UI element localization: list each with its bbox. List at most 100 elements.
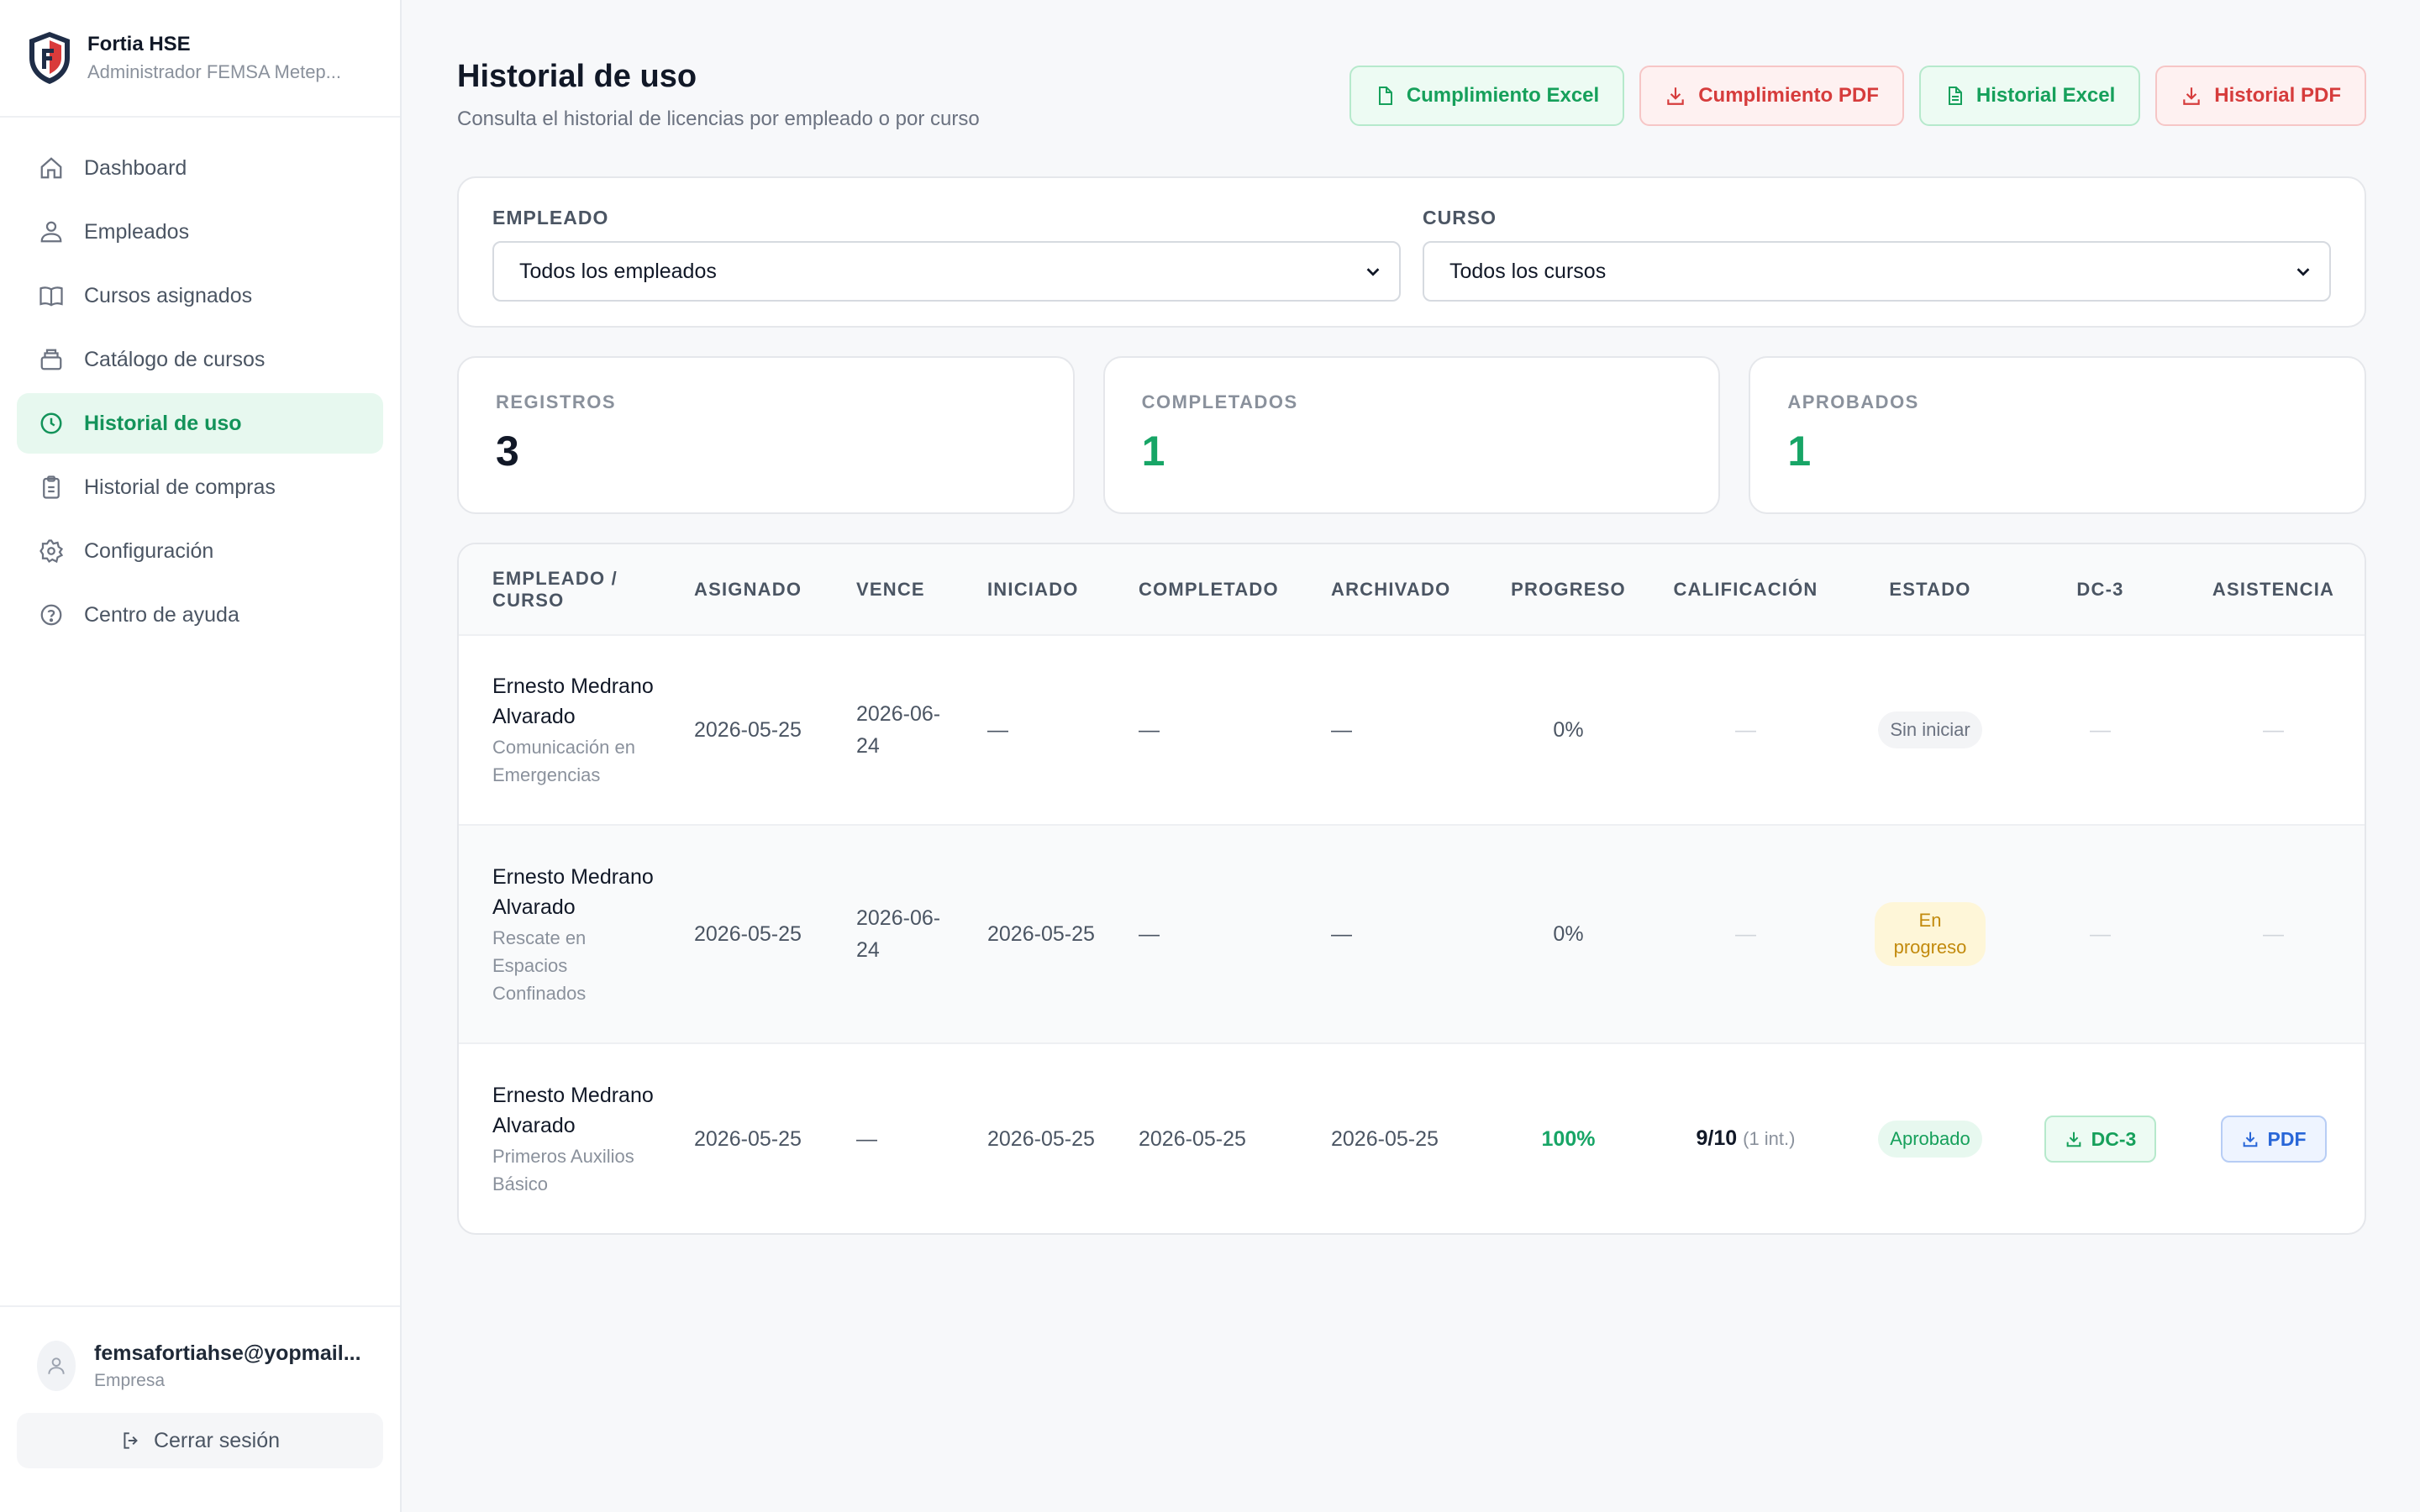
chevron-down-icon (1366, 268, 1380, 276)
vence-cell: 2026-06-24 (856, 702, 941, 758)
vence-cell: — (856, 1126, 877, 1151)
stat-value: 3 (496, 428, 519, 475)
download-icon (2183, 87, 2201, 105)
asistencia-cell: — (2182, 824, 2365, 1044)
employee-name: Ernesto Medrano Alvarado (492, 864, 654, 919)
column-header: VENCE (839, 544, 971, 636)
button-label: Historial PDF (2214, 84, 2341, 107)
button-label: Cumplimiento Excel (1406, 84, 1600, 107)
stat-completados: COMPLETADOS 1 (1102, 356, 1721, 514)
course-name: Primeros Auxilios Básico (492, 1145, 634, 1194)
user-profile[interactable]: femsafortiahse@yopmail... Empresa (17, 1341, 383, 1391)
course-select[interactable]: Todos los cursos (1423, 241, 2331, 302)
home-icon (37, 154, 66, 182)
employee-name: Ernesto Medrano Alvarado (492, 1083, 654, 1137)
archivado-cell: 2026-05-25 (1331, 1126, 1439, 1151)
book-icon (37, 281, 66, 310)
filters-panel: EMPLEADO Todos los empleados CURSO Todos… (457, 176, 2366, 328)
column-header: COMPLETADO (1122, 544, 1314, 636)
column-header: DC-3 (2018, 544, 2182, 636)
brand-name: Fortia HSE (87, 33, 191, 55)
brand-subtitle: Administrador FEMSA Metep... (87, 61, 341, 82)
asignado-cell: 2026-05-25 (677, 824, 839, 1044)
column-header: EMPLEADO / CURSO (459, 544, 677, 636)
button-label: PDF (2267, 1127, 2307, 1150)
dc3-cell: — (2018, 824, 2182, 1044)
cumplimiento-pdf-button[interactable]: Cumplimiento PDF (1639, 66, 1904, 126)
sidebar-item-label: Historial de uso (84, 411, 242, 435)
logout-label: Cerrar sesión (153, 1428, 281, 1452)
status-badge: Sin iniciar (1878, 711, 1982, 748)
historial-excel-button[interactable]: Historial Excel (1918, 66, 2141, 126)
column-header: ARCHIVADO (1314, 544, 1487, 636)
iniciado-cell: — (987, 718, 1008, 742)
clipboard-icon (37, 473, 66, 501)
stat-registros: REGISTROS 3 (457, 356, 1075, 514)
users-icon (37, 218, 66, 246)
button-label: Cumplimiento PDF (1698, 84, 1879, 107)
grade-value: 9/10 (1696, 1126, 1738, 1150)
history-table-card: EMPLEADO / CURSO ASIGNADO VENCE INICIADO… (457, 543, 2366, 1235)
sidebar-item-label: Centro de ayuda (84, 602, 239, 627)
course-filter: CURSO Todos los cursos (1423, 207, 2331, 326)
iniciado-cell: 2026-05-25 (987, 1126, 1095, 1151)
sidebar-item-label: Dashboard (84, 155, 187, 180)
clock-icon (37, 409, 66, 438)
logout-button[interactable]: Cerrar sesión (17, 1413, 383, 1468)
dc3-download-button[interactable]: DC-3 (2044, 1115, 2157, 1163)
dc3-cell: — (2090, 718, 2111, 742)
cumplimiento-excel-button[interactable]: Cumplimiento Excel (1349, 66, 1625, 126)
catalog-icon (37, 345, 66, 374)
calificacion-cell: — (1649, 824, 1842, 1044)
page-subtitle: Consulta el historial de licencias por e… (457, 108, 980, 130)
sidebar-item-historial-uso[interactable]: Historial de uso (17, 393, 383, 454)
historial-pdf-button[interactable]: Historial PDF (2155, 66, 2366, 126)
dc3-cell: DC-3 (2018, 1043, 2182, 1233)
stats-row: REGISTROS 3 COMPLETADOS 1 APROBADOS 1 (457, 356, 2367, 514)
chevron-down-icon (2296, 268, 2310, 276)
table-header-row: EMPLEADO / CURSO ASIGNADO VENCE INICIADO… (459, 544, 2365, 636)
table-row: Ernesto Medrano Alvarado Comunicación en… (459, 635, 2365, 825)
progreso-cell: 0% (1487, 824, 1649, 1044)
column-header: ASISTENCIA (2182, 544, 2365, 636)
asistencia-pdf-button[interactable]: PDF (2220, 1115, 2327, 1163)
grade-attempts: (1 int.) (1743, 1128, 1796, 1149)
progreso-cell: 0% (1553, 718, 1584, 742)
estado-cell: Sin iniciar (1842, 635, 2018, 825)
sidebar-item-catalogo[interactable]: Catálogo de cursos (17, 329, 383, 390)
file-icon (1378, 87, 1392, 105)
estado-cell: En progreso (1842, 824, 2018, 1044)
sidebar-footer: femsafortiahse@yopmail... Empresa Cerrar… (0, 1305, 400, 1512)
export-actions: Cumplimiento Excel Cumplimiento PDF Hist… (1349, 66, 2366, 126)
sidebar-item-dashboard[interactable]: Dashboard (17, 138, 383, 198)
employee-name: Ernesto Medrano Alvarado (492, 675, 654, 728)
button-label: DC-3 (2091, 1127, 2137, 1150)
sidebar-nav: Dashboard Empleados Cursos asignados Cat… (0, 118, 400, 645)
history-table: EMPLEADO / CURSO ASIGNADO VENCE INICIADO… (459, 544, 2365, 1233)
vence-cell: 2026-06-24 (839, 824, 971, 1044)
course-select-value: Todos los cursos (1449, 259, 1607, 283)
user-icon (48, 1357, 65, 1374)
completado-cell: — (1122, 824, 1314, 1044)
employee-select[interactable]: Todos los empleados (492, 241, 1401, 302)
asignado-cell: 2026-05-25 (694, 1126, 802, 1151)
spreadsheet-icon (1948, 87, 1962, 105)
sidebar-item-configuracion[interactable]: Configuración (17, 521, 383, 581)
gear-icon (37, 537, 66, 565)
archivado-cell: — (1314, 824, 1487, 1044)
employee-cell: Ernesto Medrano Alvarado Primeros Auxili… (459, 1043, 677, 1233)
sidebar-item-label: Empleados (84, 219, 190, 244)
sidebar-item-label: Cursos asignados (84, 283, 253, 307)
sidebar-item-historial-compras[interactable]: Historial de compras (17, 457, 383, 517)
sidebar: Fortia HSE Administrador FEMSA Metep... … (0, 0, 402, 1512)
sidebar-item-centro-ayuda[interactable]: Centro de ayuda (17, 585, 383, 645)
sidebar-item-empleados[interactable]: Empleados (17, 202, 383, 262)
sidebar-item-label: Historial de compras (84, 475, 276, 499)
page-header: Historial de uso Consulta el historial d… (457, 0, 2366, 176)
calificacion-cell: 9/10 (1 int.) (1649, 1043, 1842, 1233)
employee-filter: EMPLEADO Todos los empleados (492, 207, 1401, 326)
progreso-cell: 100% (1541, 1126, 1596, 1151)
avatar (37, 1341, 76, 1391)
iniciado-cell: 2026-05-25 (971, 824, 1122, 1044)
sidebar-item-cursos-asignados[interactable]: Cursos asignados (17, 265, 383, 326)
